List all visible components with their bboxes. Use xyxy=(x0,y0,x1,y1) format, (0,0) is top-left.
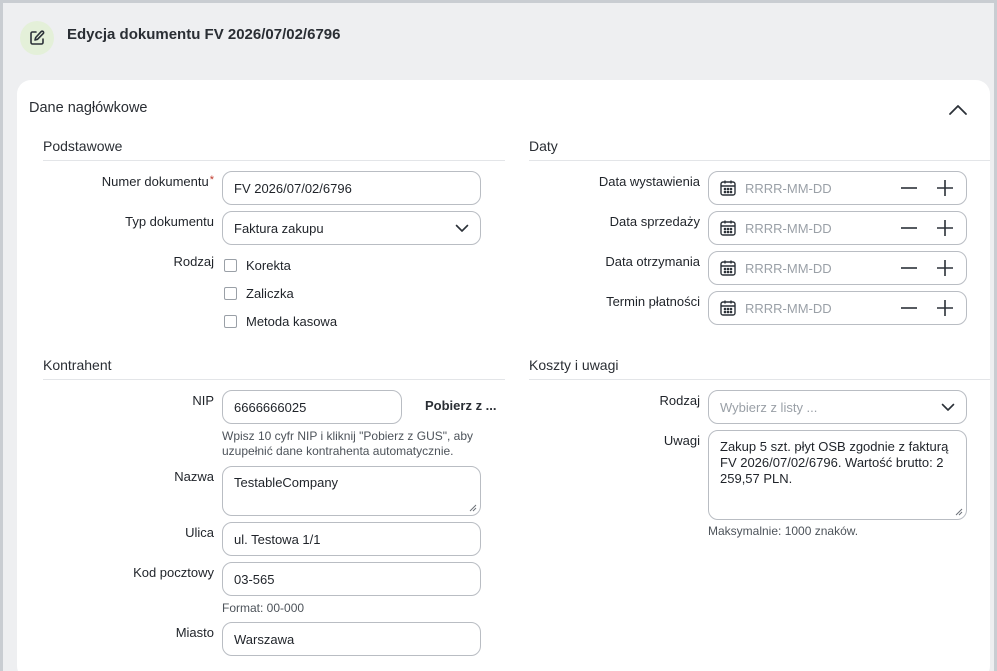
doc-number-input[interactable]: FV 2026/07/02/6796 xyxy=(222,171,481,205)
app-frame: Edycja dokumentu FV 2026/07/02/6796 Dane… xyxy=(3,3,994,671)
doc-type-label: Typ dokumentu xyxy=(125,214,214,229)
street-input[interactable]: ul. Testowa 1/1 xyxy=(222,522,481,556)
group-title-basic: Podstawowe xyxy=(43,138,505,161)
date-placeholder: RRRR-MM-DD xyxy=(745,220,832,236)
notes-textarea[interactable]: Zakup 5 szt. płyt OSB zgodnie z fakturą … xyxy=(708,430,967,520)
plus-icon[interactable] xyxy=(932,175,958,201)
checkbox-correction[interactable]: Korekta xyxy=(224,258,291,273)
date-placeholder: RRRR-MM-DD xyxy=(745,180,832,196)
plus-icon[interactable] xyxy=(932,255,958,281)
receipt-date-label: Data otrzymania xyxy=(605,254,700,269)
receipt-date-input[interactable]: RRRR-MM-DD xyxy=(708,251,967,285)
cost-kind-select[interactable]: Wybierz z listy ... xyxy=(708,390,967,424)
street-label: Ulica xyxy=(185,525,214,540)
header-data-card: Dane nagłówkowe Podstawowe Numer dokumen… xyxy=(17,80,990,671)
due-date-label: Termin płatności xyxy=(606,294,700,309)
calendar-icon xyxy=(720,180,736,196)
checkbox-box[interactable] xyxy=(224,315,237,328)
minus-icon[interactable] xyxy=(896,295,922,321)
group-title-contractor: Kontrahent xyxy=(43,357,505,380)
resize-grip-icon[interactable] xyxy=(469,504,477,512)
checkbox-box[interactable] xyxy=(224,259,237,272)
nip-value: 6666666025 xyxy=(234,399,307,415)
page-title: Edycja dokumentu FV 2026/07/02/6796 xyxy=(67,26,341,43)
plus-icon[interactable] xyxy=(932,295,958,321)
postal-code-input[interactable]: 03-565 xyxy=(222,562,481,596)
doc-type-value: Faktura zakupu xyxy=(234,220,324,236)
issue-date-input[interactable]: RRRR-MM-DD xyxy=(708,171,967,205)
name-value: TestableCompany xyxy=(234,475,339,490)
date-placeholder: RRRR-MM-DD xyxy=(745,300,832,316)
nip-input[interactable]: 6666666025 xyxy=(222,390,402,424)
checkbox-label: Zaliczka xyxy=(246,286,294,301)
checkbox-label: Korekta xyxy=(246,258,291,273)
kind-label: Rodzaj xyxy=(173,254,214,269)
minus-icon[interactable] xyxy=(896,215,922,241)
calendar-icon xyxy=(720,260,736,276)
fetch-gus-button[interactable]: Pobierz z ... xyxy=(425,398,497,413)
postal-code-label: Kod pocztowy xyxy=(133,565,214,580)
checkbox-cash-method[interactable]: Metoda kasowa xyxy=(224,314,337,329)
postal-code-value: 03-565 xyxy=(234,571,275,587)
notes-value: Zakup 5 szt. płyt OSB zgodnie z fakturą … xyxy=(720,439,949,486)
chevron-down-icon xyxy=(941,403,955,411)
cost-kind-placeholder: Wybierz z listy ... xyxy=(720,399,818,415)
due-date-input[interactable]: RRRR-MM-DD xyxy=(708,291,967,325)
issue-date-label: Data wystawienia xyxy=(598,174,700,189)
cost-kind-label: Rodzaj xyxy=(659,393,700,408)
edit-document-icon xyxy=(20,21,54,55)
minus-icon[interactable] xyxy=(896,255,922,281)
notes-hint: Maksymalnie: 1000 znaków. xyxy=(708,524,859,538)
nip-hint: Wpisz 10 cyfr NIP i kliknij "Pobierz z G… xyxy=(222,429,474,458)
checkbox-label: Metoda kasowa xyxy=(246,314,338,329)
plus-icon[interactable] xyxy=(932,215,958,241)
sale-date-label: Data sprzedaży xyxy=(609,214,700,229)
chevron-down-icon xyxy=(455,224,469,232)
page-header: Edycja dokumentu FV 2026/07/02/6796 xyxy=(3,3,994,73)
street-value: ul. Testowa 1/1 xyxy=(234,531,321,547)
checkbox-advance[interactable]: Zaliczka xyxy=(224,286,294,301)
group-title-dates: Daty xyxy=(529,138,990,161)
city-label: Miasto xyxy=(175,625,214,640)
group-title-costs: Koszty i uwagi xyxy=(529,357,990,380)
nip-label: NIP xyxy=(192,393,214,408)
name-textarea[interactable]: TestableCompany xyxy=(222,466,481,516)
name-label: Nazwa xyxy=(174,469,214,484)
minus-icon[interactable] xyxy=(896,175,922,201)
checkbox-box[interactable] xyxy=(224,287,237,300)
doc-type-select[interactable]: Faktura zakupu xyxy=(222,211,481,245)
required-mark: * xyxy=(209,174,214,186)
resize-grip-icon[interactable] xyxy=(955,508,963,516)
collapse-button[interactable] xyxy=(946,98,970,122)
notes-label: Uwagi xyxy=(663,433,700,448)
section-title: Dane nagłówkowe xyxy=(29,100,148,116)
calendar-icon xyxy=(720,220,736,236)
date-placeholder: RRRR-MM-DD xyxy=(745,260,832,276)
doc-number-label-text: Numer dokumentu xyxy=(101,174,209,189)
postal-code-hint: Format: 00-000 xyxy=(222,601,305,615)
city-input[interactable]: Warszawa xyxy=(222,622,481,656)
chevron-up-icon xyxy=(949,105,967,115)
city-value: Warszawa xyxy=(234,631,295,647)
doc-number-label: Numer dokumentu* xyxy=(102,174,214,189)
calendar-icon xyxy=(720,300,736,316)
doc-number-value: FV 2026/07/02/6796 xyxy=(234,180,352,196)
sale-date-input[interactable]: RRRR-MM-DD xyxy=(708,211,967,245)
